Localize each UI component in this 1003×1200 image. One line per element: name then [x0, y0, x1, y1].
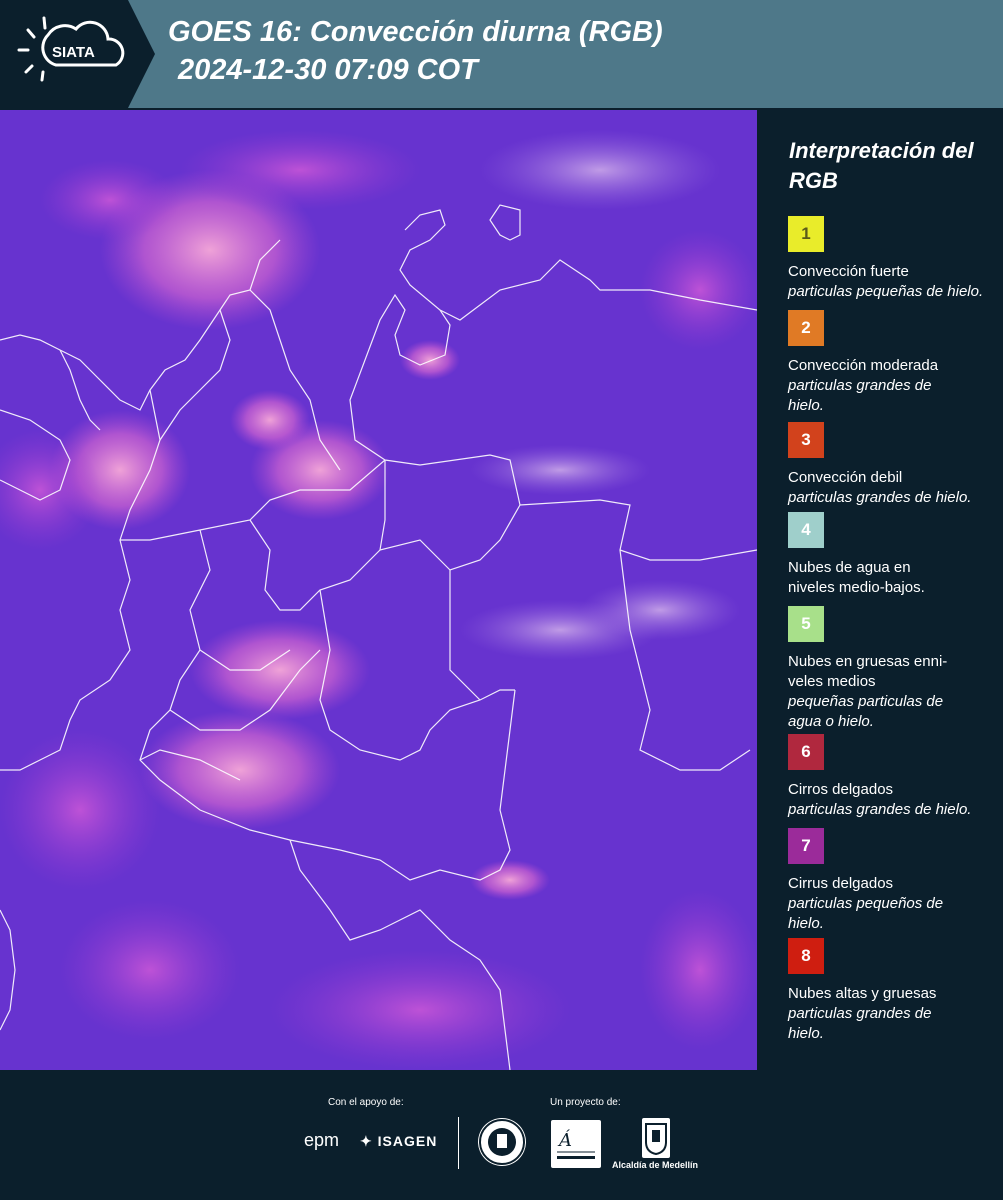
- legend-item-name: Cirrus delgados: [788, 875, 894, 892]
- legend-item-1: 1 Convección fuerte particulas pequeñas …: [788, 216, 998, 302]
- legend-swatch-6: 6: [788, 734, 824, 770]
- legend-item-desc: particulas grandes de hielo.: [788, 377, 932, 414]
- footer: Con el apoyo de: Un proyecto de: epm ✦ I…: [0, 1070, 1003, 1200]
- legend-item-name: Nubes altas y gruesas: [788, 985, 937, 1002]
- support-label: Con el apoyo de:: [328, 1097, 404, 1108]
- title-line-2: 2024-12-30 07:09 COT: [178, 54, 478, 86]
- footer-divider: [458, 1117, 459, 1169]
- legend-panel: Interpretación del RGB 1 Convección fuer…: [760, 110, 1003, 1070]
- legend-item-name: Nubes de agua en niveles medio-bajos.: [788, 559, 925, 596]
- legend-item-desc: particulas grandes de hielo.: [788, 1005, 932, 1042]
- legend-swatch-4: 4: [788, 512, 824, 548]
- legend-item-name: Convección moderada: [788, 357, 939, 374]
- legend-item-desc: particulas grandes de hielo.: [788, 489, 972, 506]
- legend-title: Interpretación del RGB: [789, 138, 974, 193]
- legend-swatch-5: 5: [788, 606, 824, 642]
- medellin-seal-icon: [478, 1118, 526, 1166]
- legend-item-name: Nubes en gruesas enni-veles medios: [788, 653, 948, 690]
- legend-swatch-8: 8: [788, 938, 824, 974]
- legend-swatch-1: 1: [788, 216, 824, 252]
- alcaldia-shield-icon: [642, 1118, 670, 1158]
- legend-item-8: 8 Nubes altas y gruesas particulas grand…: [788, 938, 998, 1044]
- legend-swatch-2: 2: [788, 310, 824, 346]
- legend-item-6: 6 Cirros delgados particulas grandes de …: [788, 734, 998, 820]
- legend-swatch-3: 3: [788, 422, 824, 458]
- isagen-logo: ✦ ISAGEN: [360, 1133, 438, 1149]
- legend-item-desc: pequeñas particulas de agua o hielo.: [788, 693, 944, 730]
- legend-item-name: Cirros delgados: [788, 781, 894, 798]
- header: SIATA GOES 16: Convección diurna (RGB) 2…: [0, 0, 1003, 108]
- epm-logo: epm: [304, 1130, 340, 1150]
- legend-item-desc: particulas pequeños de hielo.: [788, 895, 944, 932]
- legend-item-2: 2 Convección moderada particulas grandes…: [788, 310, 998, 416]
- svg-text:Á: Á: [557, 1128, 572, 1151]
- alcaldia-logo-text: Alcaldía de Medellín: [612, 1160, 699, 1170]
- legend-item-name: Convección fuerte: [788, 263, 909, 280]
- legend-item-4: 4 Nubes de agua en niveles medio-bajos.: [788, 512, 998, 598]
- legend-item-desc: particulas pequeñas de hielo.: [788, 283, 984, 300]
- title-line-1: GOES 16: Convección diurna (RGB): [168, 16, 663, 48]
- area-metropolitana-logo: Á: [551, 1120, 601, 1168]
- project-label: Un proyecto de:: [550, 1097, 621, 1108]
- legend-item-7: 7 Cirrus delgados particulas pequeños de…: [788, 828, 998, 934]
- legend-item-3: 3 Convección debil particulas grandes de…: [788, 422, 998, 508]
- legend-item-name: Convección debil: [788, 469, 903, 486]
- siata-logo: SIATA: [0, 0, 155, 108]
- siata-logo-text: SIATA: [52, 44, 95, 61]
- legend-item-5: 5 Nubes en gruesas enni-veles medios peq…: [788, 606, 998, 732]
- satellite-map[interactable]: [0, 110, 757, 1070]
- legend-item-desc: particulas grandes de hielo.: [788, 801, 972, 818]
- legend-swatch-7: 7: [788, 828, 824, 864]
